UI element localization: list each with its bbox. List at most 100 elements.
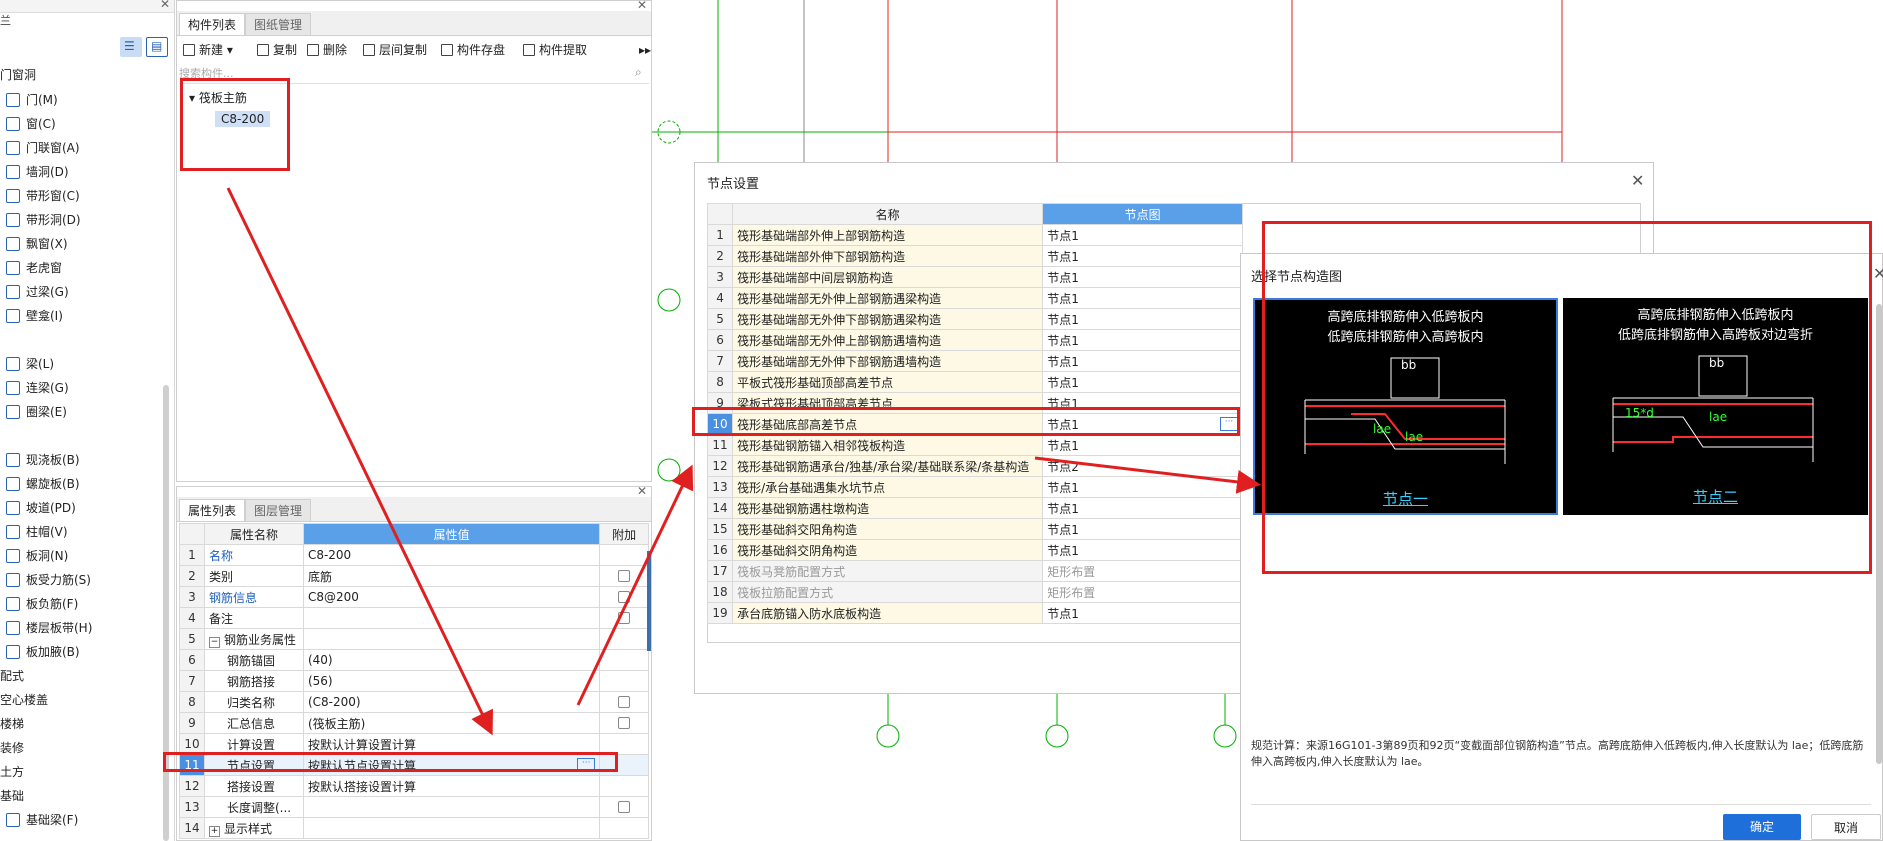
property-value-cell[interactable]: C8@200	[302, 586, 601, 608]
property-extra-cell[interactable]	[599, 691, 649, 713]
table-row[interactable]: 16 筏形基础斜交阴角构造 节点1	[706, 539, 1243, 561]
node-value-cell[interactable]: 矩形布置	[1042, 560, 1243, 582]
node-value-cell[interactable]: 节点1	[1042, 350, 1243, 372]
node-value-cell[interactable]: 节点1	[1042, 245, 1243, 267]
table-row[interactable]: 13 筏形/承台基础遇集水坑节点 节点1	[706, 476, 1243, 498]
toolbox-item[interactable]: 坡道(PD)	[0, 498, 76, 518]
node-value-cell[interactable]: 节点1	[1042, 308, 1243, 330]
toolbox-item[interactable]: 现浇板(B)	[0, 450, 80, 470]
toolbox-item[interactable]: 飘窗(X)	[0, 234, 68, 254]
ok-button[interactable]: 确定	[1723, 814, 1801, 840]
toolbox-section[interactable]: 土方	[0, 762, 24, 782]
table-row[interactable]: 3 钢筋信息 C8@200	[179, 586, 649, 608]
expand-icon[interactable]: +	[208, 825, 220, 837]
node-value-cell[interactable]: 节点1	[1042, 266, 1243, 288]
node-value-cell[interactable]: 节点1	[1042, 497, 1243, 519]
property-extra-cell[interactable]	[599, 712, 649, 734]
property-extra-cell[interactable]	[599, 796, 649, 818]
toolbox-item[interactable]: 连梁(G)	[0, 378, 69, 398]
toolbox-item[interactable]: 过梁(G)	[0, 282, 69, 302]
table-row[interactable]: 4 筏形基础端部无外伸上部钢筋遇梁构造 节点1	[706, 287, 1243, 309]
tab-layer-manager[interactable]: 图层管理	[245, 499, 312, 521]
more-icon[interactable]: ▸▸	[639, 41, 651, 59]
toolbox-item[interactable]: 基础梁(F)	[0, 810, 78, 830]
toolbox-item[interactable]: 板负筋(F)	[0, 594, 78, 614]
table-row[interactable]: 6 筏形基础端部无外伸上部钢筋遇墙构造 节点1	[706, 329, 1243, 351]
delete-button[interactable]: 删除	[307, 41, 347, 59]
table-row[interactable]: 3 筏形基础端部中间层钢筋构造 节点1	[706, 266, 1243, 288]
node-value-cell[interactable]: 节点1	[1042, 434, 1243, 456]
table-row[interactable]: 11 筏形基础钢筋锚入相邻筏板构造 节点1	[706, 434, 1243, 456]
table-row[interactable]: 12 搭接设置 按默认搭接设置计算	[179, 775, 649, 797]
toolbox-section[interactable]: 空心楼盖	[0, 690, 48, 710]
detail-view-icon[interactable]: ▤	[146, 37, 168, 57]
checkbox[interactable]	[618, 591, 631, 603]
property-extra-cell[interactable]	[599, 565, 649, 587]
table-row[interactable]: 7 筏形基础端部无外伸下部钢筋遇墙构造 节点1	[706, 350, 1243, 372]
toolbox-item[interactable]: 门(M)	[0, 90, 58, 110]
table-row[interactable]: 5− 钢筋业务属性	[179, 628, 649, 650]
toolbox-section[interactable]: 配式	[0, 666, 24, 686]
checkbox[interactable]	[618, 570, 631, 582]
property-extra-cell[interactable]	[599, 607, 649, 629]
property-extra-cell[interactable]	[599, 586, 649, 608]
table-row[interactable]: 1 筏形基础端部外伸上部钢筋构造 节点1	[706, 224, 1243, 246]
checkbox[interactable]	[618, 696, 631, 708]
table-row[interactable]: 8 平板式筏形基础顶部高差节点 节点1	[706, 371, 1243, 393]
property-value-cell[interactable]: 按默认搭接设置计算	[302, 775, 601, 797]
table-row[interactable]: 13 长度调整(...	[179, 796, 649, 818]
property-value-cell[interactable]: 底筋	[302, 565, 601, 587]
property-value-cell[interactable]: (筏板主筋)	[302, 712, 601, 734]
copy-button[interactable]: 复制	[257, 41, 297, 59]
toolbox-item[interactable]: 柱帽(V)	[0, 522, 68, 542]
node-value-cell[interactable]: 节点1	[1042, 287, 1243, 309]
table-row[interactable]: 6 钢筋锚固 (40)	[179, 649, 649, 671]
table-row[interactable]: 18 筏板拉筋配置方式 矩形布置	[706, 581, 1243, 603]
toolbox-item[interactable]: 圈梁(E)	[0, 402, 67, 422]
table-row[interactable]: 2 筏形基础端部外伸下部钢筋构造 节点1	[706, 245, 1243, 267]
toolbox-item[interactable]: 壁龛(I)	[0, 306, 63, 326]
checkbox[interactable]	[618, 717, 631, 729]
extract-component-button[interactable]: 构件提取	[523, 41, 587, 59]
property-value-cell[interactable]	[302, 607, 601, 629]
select-dialog-scrollbar[interactable]	[1876, 304, 1882, 764]
checkbox[interactable]	[618, 801, 631, 813]
close-icon[interactable]: ✕	[637, 484, 647, 498]
node-value-cell[interactable]: 节点1	[1042, 329, 1243, 351]
table-row[interactable]: 14 + 显示样式	[179, 817, 649, 839]
toolbox-item[interactable]: 梁(L)	[0, 354, 54, 374]
node-value-cell[interactable]: 节点1	[1042, 539, 1243, 561]
toolbox-item[interactable]: 老虎窗	[0, 258, 62, 278]
list-view-icon[interactable]: ☰	[120, 37, 142, 57]
toolbox-item[interactable]: 板加腋(B)	[0, 642, 80, 662]
node-value-cell[interactable]: 节点1	[1042, 518, 1243, 540]
node-value-cell[interactable]: 矩形布置	[1042, 581, 1243, 603]
cancel-button[interactable]: 取消	[1811, 814, 1881, 840]
table-row[interactable]: 14 筏形基础钢筋遇柱墩构造 节点1	[706, 497, 1243, 519]
property-value-cell[interactable]: C8-200	[302, 544, 601, 566]
toolbox-item[interactable]: 板受力筋(S)	[0, 570, 91, 590]
table-row[interactable]: 2 类别 底筋	[179, 565, 649, 587]
close-icon[interactable]: ✕	[1631, 171, 1644, 190]
toolbox-scrollbar[interactable]	[163, 385, 169, 841]
table-row[interactable]: 1 名称 C8-200	[179, 544, 649, 566]
table-row[interactable]: 15 筏形基础斜交阳角构造 节点1	[706, 518, 1243, 540]
property-value-cell[interactable]	[302, 628, 601, 650]
table-row[interactable]: 9 汇总信息 (筏板主筋)	[179, 712, 649, 734]
toolbox-item[interactable]: 门联窗(A)	[0, 138, 80, 158]
property-value-cell[interactable]: (C8-200)	[302, 691, 601, 713]
node-value-cell[interactable]: 节点1	[1042, 224, 1243, 246]
node-value-cell[interactable]: 节点1	[1042, 602, 1243, 624]
floor-copy-button[interactable]: 层间复制	[363, 41, 427, 59]
toolbox-section[interactable]: 装修	[0, 738, 24, 758]
node-value-cell[interactable]: 节点2	[1042, 455, 1243, 477]
tab-component-list[interactable]: 构件列表	[179, 13, 246, 35]
table-row[interactable]: 8 归类名称 (C8-200)	[179, 691, 649, 713]
table-row[interactable]: 12 筏形基础钢筋遇承台/独基/承台梁/基础联系梁/条基构造 节点2	[706, 455, 1243, 477]
expand-icon[interactable]: −	[208, 636, 220, 648]
close-icon[interactable]: ✕	[1873, 264, 1883, 283]
tab-drawing-manager[interactable]: 图纸管理	[245, 13, 312, 35]
table-row[interactable]: 7 钢筋搭接 (56)	[179, 670, 649, 692]
save-component-button[interactable]: 构件存盘	[441, 41, 505, 59]
toolbox-item[interactable]: 墙洞(D)	[0, 162, 69, 182]
